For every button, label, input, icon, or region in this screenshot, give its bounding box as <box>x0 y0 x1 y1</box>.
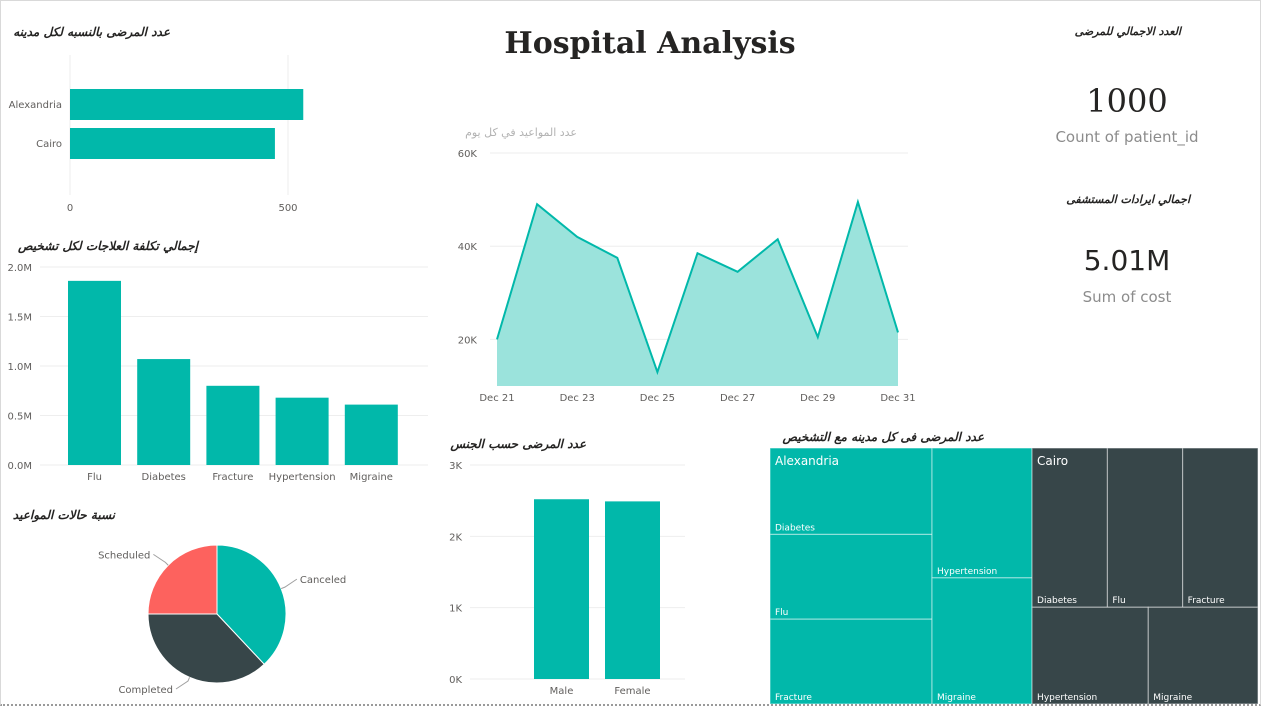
gender-y-tick-label: 3K <box>449 461 462 472</box>
gender-patients-chart: 0K 1K 2K 3K Male Female <box>449 461 685 697</box>
treemap-cell <box>1147 606 1258 704</box>
cost-bar <box>68 280 121 465</box>
status-leader-line <box>280 578 298 590</box>
daily-x-tick-label: Dec 23 <box>560 393 595 404</box>
treemap-cell-label: Migraine <box>1153 693 1192 703</box>
appointment-status-title: نسبة حالات المواعيد <box>12 508 115 522</box>
city-bar <box>70 128 275 159</box>
status-slice-label: Scheduled <box>98 550 150 561</box>
status-slice <box>147 544 218 615</box>
daily-y-tick-label: 20K <box>458 335 478 346</box>
treemap-cell <box>931 448 1033 579</box>
city-category-label: Alexandria <box>9 100 62 111</box>
cost-bar <box>206 385 260 465</box>
city-x-tick-label: 500 <box>278 203 297 214</box>
treemap-cell <box>770 618 933 704</box>
gender-bar <box>534 499 589 679</box>
gender-y-tick-label: 1K <box>449 604 462 615</box>
cost-bar <box>137 359 191 465</box>
revenue-card-value: 5.01M <box>1083 244 1171 277</box>
treemap-cell <box>1031 448 1108 608</box>
status-leader-line <box>175 677 191 690</box>
gender-y-tick-label: 2K <box>449 532 462 543</box>
daily-y-tick-label: 60K <box>458 149 478 160</box>
gender-patients-title: عدد المرضى حسب الجنس <box>450 437 586 451</box>
status-slice-label: Canceled <box>300 575 346 586</box>
cost-category-label: Fracture <box>212 472 253 483</box>
daily-x-tick-label: Dec 25 <box>640 393 675 404</box>
city-bar <box>70 89 304 120</box>
daily-x-tick-label: Dec 29 <box>800 393 835 404</box>
appointments-daily-chart: 20K 40K 60K Dec 21 Dec 23 Dec 25 Dec 27 Dec 29 D… <box>458 149 916 404</box>
revenue-card-label: Sum of cost <box>1082 288 1172 306</box>
daily-x-tick-label: Dec 21 <box>479 393 514 404</box>
cost-y-tick-label: 0.5M <box>7 412 32 423</box>
daily-y-tick-label: 40K <box>458 242 478 253</box>
treemap-cell-label: Flu <box>1112 596 1125 606</box>
treemap-cell <box>770 533 933 620</box>
patients-card-title: العدد الاجمالي للمرضى <box>1074 25 1181 38</box>
treemap-cell <box>1182 448 1258 608</box>
daily-x-tick-label: Dec 31 <box>880 393 915 404</box>
cost-y-tick-label: 1.0M <box>7 362 32 373</box>
treemap-cell-label: Hypertension <box>937 567 997 577</box>
cost-y-tick-label: 1.5M <box>7 313 32 324</box>
gender-bar <box>605 501 660 679</box>
gender-category-label: Male <box>550 686 574 697</box>
cost-category-label: Flu <box>87 472 102 483</box>
city-diagnosis-title: عدد المرضى فى كل مدينه مع التشخيص <box>782 430 984 444</box>
city-diagnosis-treemap: Diabetes Flu Fracture Hypertension Migraine A… <box>770 448 1258 704</box>
treemap-cell-label: Hypertension <box>1037 693 1097 703</box>
city-patients-chart: 0 500 Alexandria Cairo <box>9 55 304 214</box>
cost-category-label: Hypertension <box>269 472 336 483</box>
cost-bar <box>344 404 398 465</box>
treemap-cell <box>1106 448 1184 608</box>
cost-y-tick-label: 0.0M <box>7 461 32 472</box>
cost-category-label: Diabetes <box>142 472 186 483</box>
treemap-cell-label: Migraine <box>937 693 976 703</box>
appointments-daily-title: عدد المواعيد في كل يوم <box>465 126 577 139</box>
treemap-cell <box>931 577 1033 704</box>
treemap-cell-label: Fracture <box>1188 596 1225 606</box>
gender-category-label: Female <box>614 686 650 697</box>
treemap-cell <box>1031 606 1149 704</box>
treemap-cell-label: Diabetes <box>1037 596 1077 606</box>
treemap-cell-label: Flu <box>775 608 788 618</box>
gender-y-tick-label: 0K <box>449 675 462 686</box>
dashboard-title: Hospital Analysis <box>504 26 796 61</box>
patients-card-label: Count of patient_id <box>1055 128 1199 146</box>
city-category-label: Cairo <box>36 139 62 150</box>
city-x-tick-label: 0 <box>67 203 73 214</box>
cost-category-label: Migraine <box>350 472 393 483</box>
revenue-card-title: اجمالي ايرادات المستشفى <box>1066 193 1190 206</box>
treemap-group-label: Alexandria <box>775 454 839 468</box>
daily-x-tick-label: Dec 27 <box>720 393 755 404</box>
diagnosis-cost-title: إجمالي تكلفة العلاجات لكل تشخيص <box>18 239 198 253</box>
status-leader-line <box>153 553 169 566</box>
status-slice-label: Completed <box>118 685 173 696</box>
cost-y-tick-label: 2.0M <box>7 263 32 274</box>
treemap-group-label: Cairo <box>1037 454 1068 468</box>
daily-area <box>497 201 898 386</box>
patients-card-value: 1000 <box>1086 82 1168 120</box>
cost-bar <box>275 397 329 465</box>
treemap-cell-label: Fracture <box>775 693 812 703</box>
treemap-cell-label: Diabetes <box>775 523 815 533</box>
diagnosis-cost-chart: 0.0M 0.5M 1.0M 1.5M 2.0M Flu Diabetes Fracture H… <box>7 263 428 483</box>
appointment-status-chart: Canceled Completed Scheduled <box>98 544 346 696</box>
